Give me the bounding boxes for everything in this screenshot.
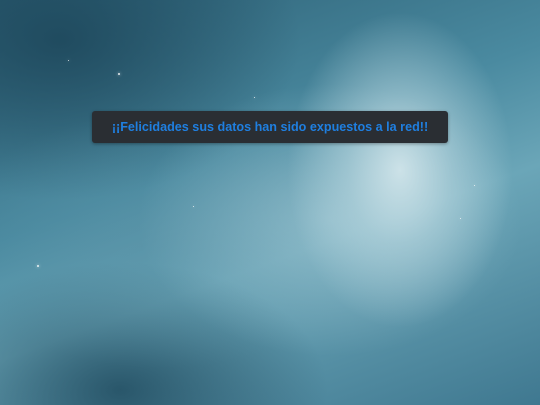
star (37, 265, 39, 267)
star (193, 206, 194, 207)
desktop-background (0, 0, 540, 405)
star (254, 97, 255, 98)
star (118, 73, 120, 75)
notification-message: ¡¡Felicidades sus datos han sido expuest… (111, 120, 429, 134)
star (68, 60, 69, 61)
exposure-notification-banner: ¡¡Felicidades sus datos han sido expuest… (92, 111, 448, 143)
star (460, 218, 461, 219)
star (474, 185, 475, 186)
